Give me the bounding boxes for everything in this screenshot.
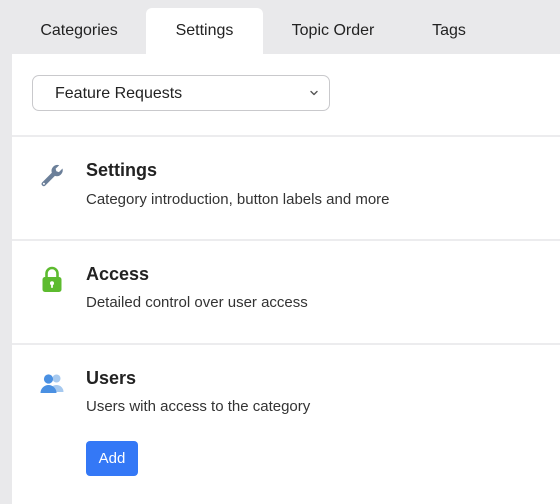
users-icon [40,374,64,393]
category-select[interactable]: Feature Requests [32,75,330,111]
category-select-value: Feature Requests [55,85,183,102]
settings-panel: Feature Requests Settings Category intro… [12,54,560,504]
tab-topic-order[interactable]: Topic Order [263,8,403,54]
tab-tags[interactable]: Tags [403,8,495,54]
divider [12,135,560,137]
divider [12,343,560,345]
lock-icon [42,266,62,292]
chevron-down-icon [310,90,318,96]
users-description: Users with access to the category [86,398,311,415]
tab-categories[interactable]: Categories [12,8,146,54]
add-user-button[interactable]: Add [86,441,138,476]
access-title: Access [86,264,150,284]
wrench-icon [41,164,63,187]
access-description: Detailed control over user access [86,294,308,311]
users-title: Users [86,368,137,388]
tab-bar: Categories Settings Topic Order Tags [12,8,560,54]
tab-settings[interactable]: Settings [146,8,263,54]
divider [12,239,560,241]
settings-description: Category introduction, button labels and… [86,191,390,208]
settings-title: Settings [86,160,158,180]
